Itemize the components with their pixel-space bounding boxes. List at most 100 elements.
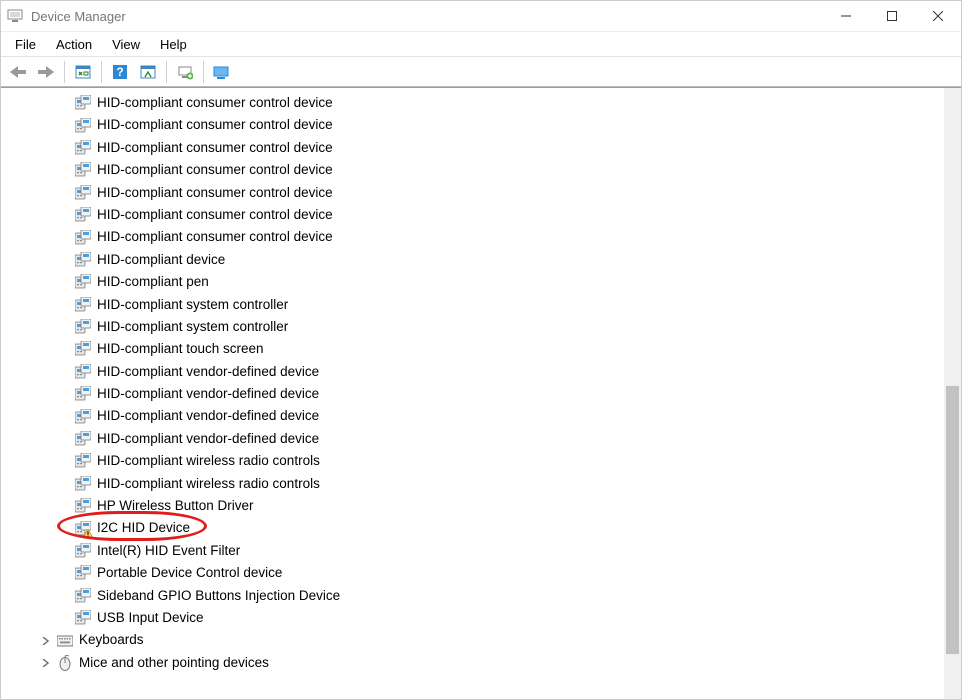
bottom-clip: [1, 685, 944, 699]
back-button[interactable]: [5, 60, 31, 84]
keyboard-icon: [57, 633, 73, 649]
content-area: HID-compliant consumer control deviceHID…: [1, 87, 961, 699]
device-label: HID-compliant consumer control device: [97, 159, 333, 181]
update-driver-button[interactable]: [209, 60, 235, 84]
toolbar: ?: [1, 57, 961, 87]
device-row[interactable]: Sideband GPIO Buttons Injection Device: [1, 585, 944, 607]
device-tree[interactable]: HID-compliant consumer control deviceHID…: [1, 88, 944, 699]
menubar: File Action View Help: [1, 32, 961, 57]
device-label: HID-compliant system controller: [97, 316, 288, 338]
hid-device-icon: [75, 386, 91, 402]
maximize-button[interactable]: [869, 1, 915, 32]
hid-device-icon: [75, 409, 91, 425]
device-row[interactable]: HID-compliant consumer control device: [1, 226, 944, 248]
hid-device-icon: [75, 230, 91, 246]
device-row[interactable]: HID-compliant vendor-defined device: [1, 405, 944, 427]
hid-device-icon: [75, 565, 91, 581]
titlebar: Device Manager: [1, 1, 961, 32]
hid-device-icon: [75, 543, 91, 559]
device-row[interactable]: HID-compliant system controller: [1, 294, 944, 316]
menu-view[interactable]: View: [102, 34, 150, 55]
device-row[interactable]: HID-compliant consumer control device: [1, 114, 944, 136]
device-row[interactable]: HID-compliant device: [1, 249, 944, 271]
device-label: HID-compliant vendor-defined device: [97, 383, 319, 405]
device-label: Portable Device Control device: [97, 562, 282, 584]
device-row[interactable]: Portable Device Control device: [1, 562, 944, 584]
hid-device-icon: [75, 498, 91, 514]
hid-device-icon: [75, 588, 91, 604]
device-label: I2C HID Device: [97, 517, 190, 539]
category-label: Mice and other pointing devices: [79, 652, 269, 674]
device-row[interactable]: Intel(R) HID Event Filter: [1, 540, 944, 562]
device-row[interactable]: HID-compliant consumer control device: [1, 159, 944, 181]
device-label: HID-compliant wireless radio controls: [97, 473, 320, 495]
mouse-icon: [57, 655, 73, 671]
hid-device-icon: [75, 118, 91, 134]
hid-device-icon: [75, 185, 91, 201]
menu-action[interactable]: Action: [46, 34, 102, 55]
forward-button[interactable]: [33, 60, 59, 84]
device-row[interactable]: HID-compliant vendor-defined device: [1, 383, 944, 405]
device-row[interactable]: HID-compliant touch screen: [1, 338, 944, 360]
device-row[interactable]: HID-compliant vendor-defined device: [1, 428, 944, 450]
minimize-button[interactable]: [823, 1, 869, 32]
device-label: Intel(R) HID Event Filter: [97, 540, 240, 562]
hid-device-icon: [75, 319, 91, 335]
hid-device-icon: [75, 521, 91, 537]
device-row[interactable]: HID-compliant wireless radio controls: [1, 450, 944, 472]
device-row[interactable]: HID-compliant consumer control device: [1, 204, 944, 226]
hid-device-icon: [75, 364, 91, 380]
device-row[interactable]: HID-compliant consumer control device: [1, 137, 944, 159]
menu-file[interactable]: File: [5, 34, 46, 55]
hid-device-icon: [75, 453, 91, 469]
expand-chevron-icon[interactable]: [39, 634, 53, 648]
window-title: Device Manager: [31, 9, 126, 24]
device-row[interactable]: HID-compliant vendor-defined device: [1, 361, 944, 383]
device-label: HID-compliant consumer control device: [97, 137, 333, 159]
toolbar-separator: [101, 61, 102, 83]
scan-hardware-button[interactable]: [172, 60, 198, 84]
scrollbar-thumb[interactable]: [946, 386, 959, 654]
hid-device-icon: [75, 274, 91, 290]
device-label: HID-compliant touch screen: [97, 338, 264, 360]
device-label: USB Input Device: [97, 607, 204, 629]
device-label: HID-compliant consumer control device: [97, 226, 333, 248]
menu-help[interactable]: Help: [150, 34, 197, 55]
device-label: HID-compliant vendor-defined device: [97, 428, 319, 450]
device-label: HID-compliant consumer control device: [97, 114, 333, 136]
close-button[interactable]: [915, 1, 961, 32]
device-row[interactable]: HID-compliant wireless radio controls: [1, 473, 944, 495]
device-label: HID-compliant vendor-defined device: [97, 405, 319, 427]
device-label: HID-compliant device: [97, 249, 225, 271]
device-row[interactable]: HID-compliant pen: [1, 271, 944, 293]
hid-device-icon: [75, 431, 91, 447]
device-label: HID-compliant consumer control device: [97, 204, 333, 226]
device-label: HP Wireless Button Driver: [97, 495, 254, 517]
device-label: HID-compliant wireless radio controls: [97, 450, 320, 472]
warning-badge-icon: [83, 529, 93, 539]
device-row[interactable]: HID-compliant consumer control device: [1, 182, 944, 204]
device-row[interactable]: HP Wireless Button Driver: [1, 495, 944, 517]
vertical-scrollbar[interactable]: [944, 88, 961, 699]
device-label: HID-compliant system controller: [97, 294, 288, 316]
hid-device-icon: [75, 140, 91, 156]
svg-text:?: ?: [116, 65, 123, 79]
expand-chevron-icon[interactable]: [39, 656, 53, 670]
show-hide-console-button[interactable]: [70, 60, 96, 84]
hid-device-icon: [75, 252, 91, 268]
device-row[interactable]: HID-compliant consumer control device: [1, 92, 944, 114]
category-label: Keyboards: [79, 629, 144, 651]
properties-button[interactable]: [135, 60, 161, 84]
device-row[interactable]: I2C HID Device: [1, 517, 944, 539]
hid-device-icon: [75, 207, 91, 223]
hid-device-icon: [75, 610, 91, 626]
hid-device-icon: [75, 297, 91, 313]
device-row[interactable]: USB Input Device: [1, 607, 944, 629]
app-icon: [7, 8, 23, 24]
category-row[interactable]: Keyboards: [1, 629, 944, 651]
category-row[interactable]: Mice and other pointing devices: [1, 652, 944, 674]
help-button[interactable]: ?: [107, 60, 133, 84]
toolbar-separator: [64, 61, 65, 83]
device-label: Sideband GPIO Buttons Injection Device: [97, 585, 340, 607]
device-row[interactable]: HID-compliant system controller: [1, 316, 944, 338]
